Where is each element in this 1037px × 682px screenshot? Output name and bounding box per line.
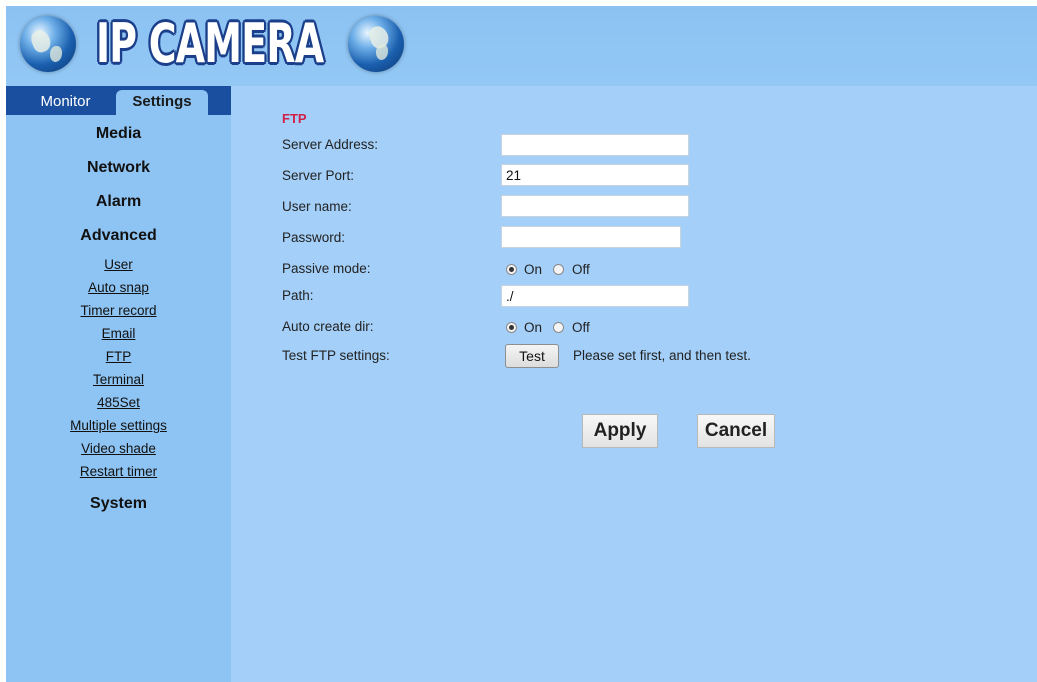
server-port-input[interactable]	[501, 164, 689, 186]
main-panel: FTP Server Address: Server Port: User na…	[231, 86, 1037, 682]
passive-mode-on-radio[interactable]	[506, 264, 517, 275]
user-name-label: User name:	[282, 199, 352, 214]
auto-create-dir-on-radio[interactable]	[506, 322, 517, 333]
test-ftp-label: Test FTP settings:	[282, 348, 390, 363]
sidebar-item-485set[interactable]: 485Set	[6, 395, 231, 410]
sidebar-item-timer-record[interactable]: Timer record	[6, 303, 231, 318]
sidebar-section-media[interactable]: Media	[6, 125, 231, 143]
test-button[interactable]: Test	[505, 344, 559, 368]
sidebar-section-advanced[interactable]: Advanced	[6, 227, 231, 245]
page-title: FTP	[282, 111, 307, 126]
header-banner: IP CAMERA	[6, 6, 1037, 86]
auto-create-dir-label: Auto create dir:	[282, 319, 374, 334]
path-input[interactable]	[501, 285, 689, 307]
sidebar-section-alarm[interactable]: Alarm	[6, 193, 231, 211]
sidebar-item-terminal[interactable]: Terminal	[6, 372, 231, 387]
auto-create-dir-off-label: Off	[572, 320, 590, 335]
path-label: Path:	[282, 288, 314, 303]
sidebar-item-auto-snap[interactable]: Auto snap	[6, 280, 231, 295]
tab-bar: Monitor Settings	[6, 86, 231, 115]
password-label: Password:	[282, 230, 346, 245]
tab-monitor[interactable]: Monitor	[28, 90, 103, 115]
passive-mode-label: Passive mode:	[282, 261, 371, 276]
auto-create-dir-off-radio[interactable]	[553, 322, 564, 333]
test-hint: Please set first, and then test.	[573, 348, 751, 363]
sidebar-section-network[interactable]: Network	[6, 159, 231, 177]
sidebar-item-restart-timer[interactable]: Restart timer	[6, 464, 231, 479]
server-address-label: Server Address:	[282, 137, 379, 152]
globe-icon	[20, 16, 76, 72]
sidebar-item-user[interactable]: User	[6, 257, 231, 272]
cancel-button[interactable]: Cancel	[697, 414, 775, 448]
password-input[interactable]	[501, 226, 681, 248]
globe-icon	[348, 16, 404, 72]
passive-mode-off-radio[interactable]	[553, 264, 564, 275]
apply-button[interactable]: Apply	[582, 414, 658, 448]
server-address-input[interactable]	[501, 134, 689, 156]
sidebar-item-ftp[interactable]: FTP	[6, 349, 231, 364]
sidebar-item-email[interactable]: Email	[6, 326, 231, 341]
passive-mode-on-label: On	[524, 262, 543, 277]
app-title: IP CAMERA	[96, 12, 324, 75]
sidebar-section-system[interactable]: System	[6, 495, 231, 513]
user-name-input[interactable]	[501, 195, 689, 217]
auto-create-dir-on-label: On	[524, 320, 543, 335]
tab-settings[interactable]: Settings	[116, 90, 208, 115]
sidebar-item-video-shade[interactable]: Video shade	[6, 441, 231, 456]
sidebar-item-multiple-settings[interactable]: Multiple settings	[6, 418, 231, 433]
server-port-label: Server Port:	[282, 168, 355, 183]
passive-mode-off-label: Off	[572, 262, 590, 277]
sidebar: Monitor Settings Media Network Alarm Adv…	[6, 86, 231, 682]
